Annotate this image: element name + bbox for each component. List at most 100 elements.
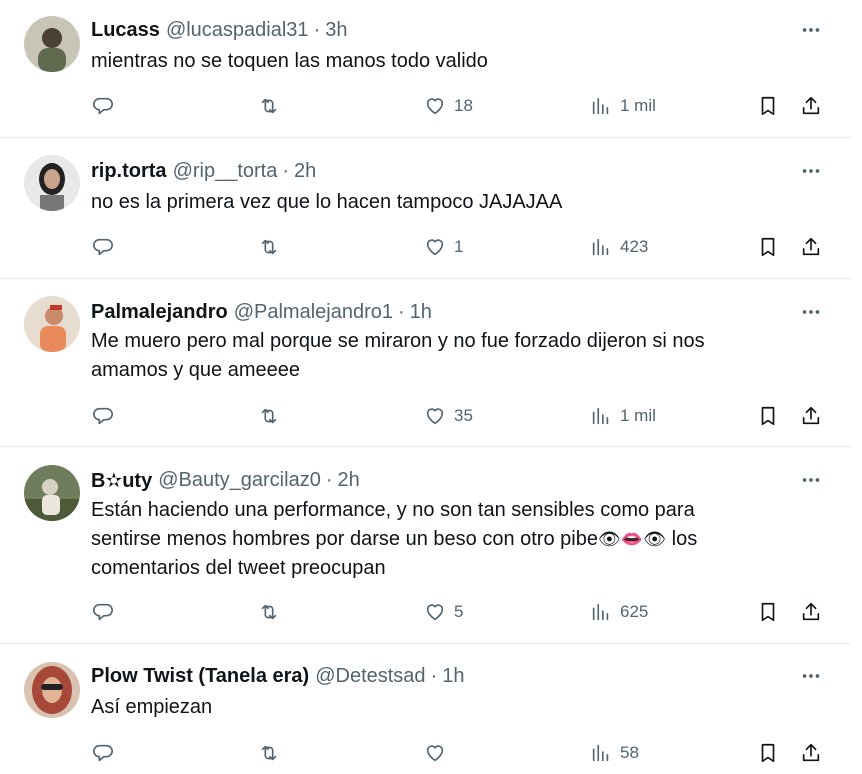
more-dots-icon[interactable] — [796, 17, 826, 43]
retweet-button[interactable] — [258, 597, 280, 627]
replies-feed: Lucass @lucaspadial31 · 3h mientras no s… — [0, 0, 850, 774]
tweet-header: rip.torta @rip__torta · 2h — [91, 158, 316, 184]
like-button[interactable] — [424, 738, 446, 768]
bookmark-icon — [761, 602, 775, 622]
share-button[interactable] — [800, 232, 822, 262]
display-name[interactable]: B✫uty — [91, 468, 152, 493]
share-button[interactable] — [800, 401, 822, 431]
retweet-button[interactable] — [258, 401, 280, 431]
tweet-text-line: Me muero pero mal porque se miraron y no… — [91, 330, 705, 352]
avatar[interactable] — [24, 465, 80, 521]
like-count: 18 — [454, 96, 473, 115]
views-button[interactable]: 625 — [590, 597, 648, 627]
view-count: 625 — [620, 602, 649, 621]
timestamp[interactable]: 3h — [325, 19, 347, 42]
bookmark-button[interactable] — [757, 232, 779, 262]
views-button[interactable]: 1 mil — [590, 91, 656, 121]
heart-icon — [426, 745, 444, 762]
eyes-mouth-emoji: 👁👄👁 — [597, 529, 667, 549]
like-button[interactable]: 5 — [424, 597, 463, 627]
share-button[interactable] — [800, 91, 822, 121]
tweet-text: Así empiezan — [91, 696, 213, 718]
retweet-button[interactable] — [258, 738, 280, 768]
tweet[interactable]: B✫uty @Bauty_garcilaz0 · 2h Están hacien… — [0, 447, 850, 644]
tweet[interactable]: Palmalejandro @Palmalejandro1 · 1h Me mu… — [0, 279, 850, 447]
tweet-text: mientras no se toquen las manos todo val… — [91, 50, 488, 72]
share-icon — [802, 743, 820, 762]
separator: · — [325, 468, 333, 491]
heart-icon — [426, 604, 444, 621]
tweet-text: Me muero pero mal porque se miraron y no… — [91, 327, 781, 385]
user-handle[interactable]: @Palmalejandro1 — [234, 301, 393, 324]
display-name[interactable]: rip.torta — [91, 160, 167, 183]
retweet-icon — [261, 239, 277, 255]
share-button[interactable] — [800, 597, 822, 627]
tweet[interactable]: rip.torta @rip__torta · 2h no es la prim… — [0, 138, 850, 279]
retweet-icon — [261, 604, 277, 620]
reply-button[interactable] — [92, 232, 114, 262]
heart-icon — [426, 239, 444, 256]
action-bar: 5 625 — [0, 597, 850, 627]
more-dots-icon[interactable] — [796, 663, 826, 689]
like-button[interactable]: 1 — [424, 232, 463, 262]
avatar[interactable] — [24, 662, 80, 718]
display-name[interactable]: Lucass — [91, 19, 160, 42]
reply-icon — [93, 407, 113, 425]
bookmark-button[interactable] — [757, 401, 779, 431]
reply-button[interactable] — [92, 401, 114, 431]
tweet-text: Están haciendo una performance, y no son… — [91, 496, 781, 583]
views-icon — [592, 238, 609, 256]
bookmark-button[interactable] — [757, 738, 779, 768]
view-count: 1 mil — [620, 96, 656, 115]
retweet-button[interactable] — [258, 91, 280, 121]
more-dots-icon[interactable] — [796, 158, 826, 184]
views-icon — [592, 407, 609, 425]
views-button[interactable]: 423 — [590, 232, 648, 262]
bookmark-button[interactable] — [757, 597, 779, 627]
user-handle[interactable]: @lucaspadial31 — [166, 19, 309, 42]
reply-icon — [93, 603, 113, 621]
view-count: 423 — [620, 237, 649, 256]
tweet-header: Lucass @lucaspadial31 · 3h — [91, 17, 347, 43]
reply-button[interactable] — [92, 597, 114, 627]
more-dots-icon[interactable] — [796, 467, 826, 493]
tweet-header: Plow Twist (Tanela era) @Detestsad · 1h — [91, 663, 464, 689]
view-count: 1 mil — [620, 406, 656, 425]
user-handle[interactable]: @rip__torta — [173, 160, 278, 183]
more-dots-icon[interactable] — [796, 299, 826, 325]
tweet[interactable]: Plow Twist (Tanela era) @Detestsad · 1h … — [0, 644, 850, 774]
display-name[interactable]: Plow Twist (Tanela era) — [91, 665, 309, 688]
timestamp[interactable]: 1h — [442, 665, 464, 688]
timestamp[interactable]: 2h — [337, 469, 359, 492]
tweet-text-line: Están haciendo una performance, y no son… — [91, 499, 695, 521]
share-icon — [802, 602, 820, 621]
display-name[interactable]: Palmalejandro — [91, 301, 228, 324]
tweet-text-line: sentirse menos hombres por darse un beso… — [91, 525, 781, 554]
avatar[interactable] — [24, 155, 80, 211]
reply-icon — [93, 744, 113, 762]
views-icon — [592, 744, 609, 762]
user-handle[interactable]: @Detestsad — [315, 665, 425, 688]
bookmark-button[interactable] — [757, 91, 779, 121]
action-bar: 18 1 mil — [0, 91, 850, 121]
views-button[interactable]: 58 — [590, 738, 639, 768]
like-button[interactable]: 35 — [424, 401, 473, 431]
timestamp[interactable]: 1h — [410, 301, 432, 324]
avatar[interactable] — [24, 296, 80, 352]
share-button[interactable] — [800, 738, 822, 768]
like-button[interactable]: 18 — [424, 91, 473, 121]
tweet-text: no es la primera vez que lo hacen tampoc… — [91, 191, 563, 213]
like-count: 35 — [454, 406, 473, 425]
views-button[interactable]: 1 mil — [590, 401, 656, 431]
like-count: 5 — [454, 602, 464, 621]
user-handle[interactable]: @Bauty_garcilaz0 — [158, 469, 321, 492]
reply-button[interactable] — [92, 91, 114, 121]
reply-icon — [93, 97, 113, 115]
separator: · — [282, 159, 290, 182]
timestamp[interactable]: 2h — [294, 160, 316, 183]
avatar[interactable] — [24, 16, 80, 72]
tweet[interactable]: Lucass @lucaspadial31 · 3h mientras no s… — [0, 0, 850, 138]
reply-button[interactable] — [92, 738, 114, 768]
retweet-button[interactable] — [258, 232, 280, 262]
action-bar: 58 — [0, 738, 850, 768]
